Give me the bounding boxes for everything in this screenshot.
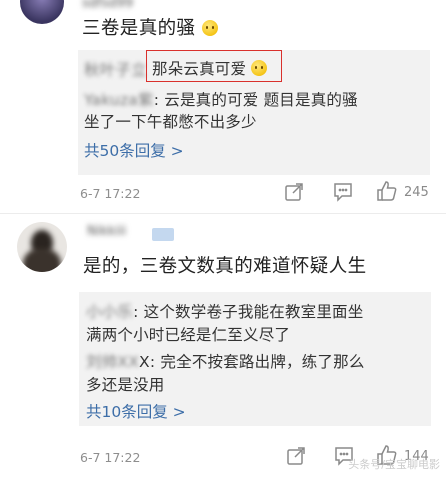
reply-text-body: : 这个数学卷子我能在教室里面坐 [133,303,364,321]
reply-text-body: X: 完全不按套路出牌，练了那么 [139,353,365,371]
comment-date: 6-7 17:22 [80,450,141,465]
reply-box: 秋叶子立 那朵云真可爱 Yakuza紫: 云是真的可爱 题目是真的骚 坐了一下午… [78,50,430,175]
reply-text-body: 那朵云真可爱 [152,60,247,78]
reply-text-body: 云是真的可爱 题目是真的骚 [164,91,358,109]
watermark: 头条号/宝宝聊电影 [348,458,440,471]
reply-text-cont: 满两个小时已经是仁至义尽了 [86,326,291,344]
comment-date: 6-7 17:22 [80,186,141,201]
share-icon[interactable] [286,446,306,466]
avatar[interactable] [20,0,64,24]
comment-text: 三卷是真的骚 [82,14,218,40]
comment-1: sdfsd99 三卷是真的骚 秋叶子立 那朵云真可爱 Yakuza紫: 云是真的… [0,0,446,210]
user-badge [152,228,174,241]
share-icon[interactable] [284,182,304,202]
reply-item[interactable]: 刘帅XXX: 完全不按套路出牌，练了那么 [86,350,365,372]
reply-user[interactable]: 刘帅XX [86,350,139,372]
comment-text-body: 三卷是真的骚 [82,18,196,39]
reply-user[interactable]: 小小乐 [86,300,133,322]
username[interactable]: sdfsd99 [82,0,133,11]
comment-2: Nikkiii 是的，三卷文数真的难道怀疑人生 小小乐: 这个数学卷子我能在教室… [0,214,446,478]
more-replies-link[interactable]: 共50条回复 > [84,139,184,161]
more-replies-link[interactable]: 共10条回复 > [86,400,186,422]
reply-user[interactable]: 秋叶子立 [84,58,147,80]
reply-item[interactable]: 小小乐: 这个数学卷子我能在教室里面坐 [86,300,363,322]
like-icon[interactable] [376,180,398,202]
reply-item[interactable]: Yakuza紫: 云是真的可爱 题目是真的骚 [84,88,358,110]
reply-box: 小小乐: 这个数学卷子我能在教室里面坐 满两个小时已经是仁至义尽了 刘帅XXX:… [79,292,431,426]
reply-text-cont: 多还是没用 [86,376,165,394]
reply-text: 那朵云真可爱 [152,57,268,79]
laugh-emoji-icon [251,60,268,76]
reply-user[interactable]: Yakuza紫 [84,88,154,110]
comment-text: 是的，三卷文数真的难道怀疑人生 [83,256,367,277]
like-count: 245 [404,185,429,200]
smile-emoji-icon [201,20,218,36]
reply-item[interactable]: 秋叶子立 [84,58,147,80]
comment-icon[interactable] [332,181,354,203]
username[interactable]: Nikkiii [87,224,126,239]
avatar[interactable] [17,222,67,272]
reply-text-cont: 坐了一下午都憋不出多少 [84,113,257,131]
